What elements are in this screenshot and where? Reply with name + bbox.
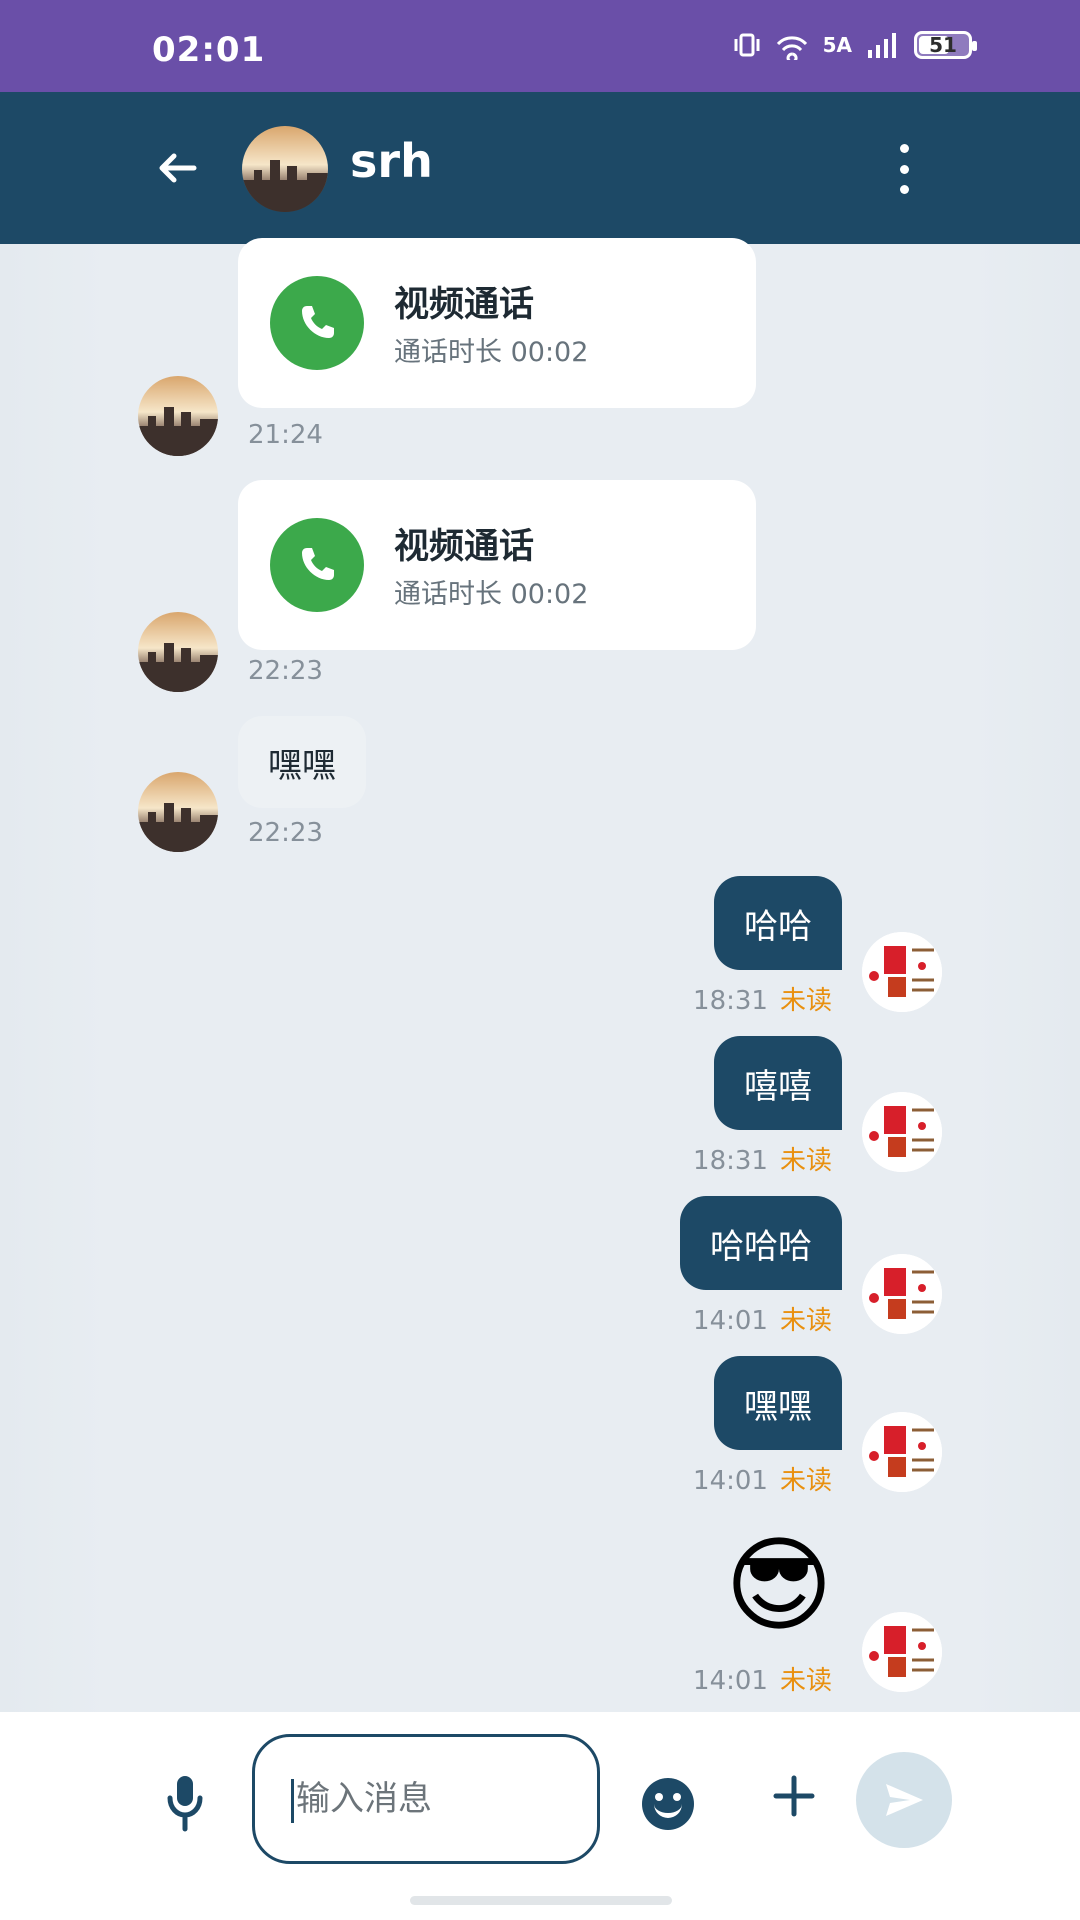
battery-level: 51 (929, 33, 957, 57)
composer-bar: 输入消息 (0, 1712, 1080, 1920)
message-time: 22:23 (248, 818, 323, 848)
message-time: 21:24 (248, 420, 323, 450)
battery-icon: 51 (914, 31, 977, 59)
message-status: 14:01 未读 (693, 1660, 832, 1697)
outgoing-message[interactable]: 哈哈 (714, 876, 842, 970)
message-time: 18:31 (693, 986, 768, 1016)
my-avatar[interactable] (862, 1254, 942, 1334)
message-list[interactable]: 视频通话 通话时长 00:02 21:24 视频通话 通话时长 00:02 22… (0, 238, 1080, 1712)
unread-label: 未读 (779, 1306, 832, 1336)
video-call-card[interactable]: 视频通话 通话时长 00:02 (238, 238, 756, 408)
message-time: 18:31 (693, 1146, 768, 1176)
send-icon (886, 1784, 923, 1816)
hotspot-icon (775, 30, 809, 60)
message-status: 18:31 未读 (693, 1140, 832, 1177)
video-call-card[interactable]: 视频通话 通话时长 00:02 (238, 480, 756, 650)
emoji-icon[interactable] (642, 1778, 694, 1830)
phone-icon (270, 276, 364, 370)
message-status: 18:31 未读 (693, 980, 832, 1017)
incoming-message[interactable]: 嘿嘿 (238, 716, 366, 808)
call-title: 视频通话 (394, 285, 535, 325)
sender-avatar[interactable] (138, 772, 218, 852)
my-avatar[interactable] (862, 1612, 942, 1692)
input-placeholder: 输入消息 (296, 1779, 432, 1819)
call-duration: 通话时长 00:02 (394, 337, 589, 368)
my-avatar[interactable] (862, 1412, 942, 1492)
contact-avatar[interactable] (242, 126, 328, 212)
sender-avatar[interactable] (138, 376, 218, 456)
my-avatar[interactable] (862, 932, 942, 1012)
status-time: 02:01 (152, 30, 266, 70)
unread-label: 未读 (779, 1666, 832, 1696)
unread-label: 未读 (779, 1466, 832, 1496)
call-title: 视频通话 (394, 527, 535, 567)
message-input[interactable]: 输入消息 (252, 1734, 600, 1864)
emoji-message[interactable]: 😎 (714, 1520, 844, 1650)
microphone-icon[interactable] (162, 1772, 208, 1838)
network-label: 5A (822, 33, 852, 57)
phone-icon (270, 518, 364, 612)
status-bar: 02:01 5A 51 (0, 0, 1080, 92)
chat-screen: 02:01 5A 51 srh 视频通话 通话时长 00:02 21:24 视频… (0, 0, 1080, 1920)
vibrate-icon (733, 31, 761, 59)
signal-icon (866, 30, 900, 60)
status-icons: 5A 51 (733, 30, 977, 60)
send-button[interactable] (856, 1752, 952, 1848)
emoji-mouth (654, 1800, 682, 1818)
outgoing-message[interactable]: 嘻嘻 (714, 1036, 842, 1130)
more-options-icon[interactable] (892, 144, 916, 194)
message-time: 14:01 (693, 1466, 768, 1496)
outgoing-message[interactable]: 哈哈哈 (680, 1196, 842, 1290)
message-time: 14:01 (693, 1666, 768, 1696)
add-attachment-icon[interactable] (770, 1772, 818, 1820)
call-duration: 通话时长 00:02 (394, 579, 589, 610)
text-cursor (291, 1778, 294, 1823)
home-indicator[interactable] (410, 1896, 672, 1905)
my-avatar[interactable] (862, 1092, 942, 1172)
unread-label: 未读 (779, 986, 832, 1016)
contact-name: srh (350, 134, 433, 188)
chat-header: srh (0, 92, 1080, 244)
message-time: 22:23 (248, 656, 323, 686)
message-status: 14:01 未读 (693, 1460, 832, 1497)
sender-avatar[interactable] (138, 612, 218, 692)
back-arrow-icon[interactable] (150, 140, 206, 196)
message-status: 14:01 未读 (693, 1300, 832, 1337)
unread-label: 未读 (779, 1146, 832, 1176)
message-time: 14:01 (693, 1306, 768, 1336)
outgoing-message[interactable]: 嘿嘿 (714, 1356, 842, 1450)
